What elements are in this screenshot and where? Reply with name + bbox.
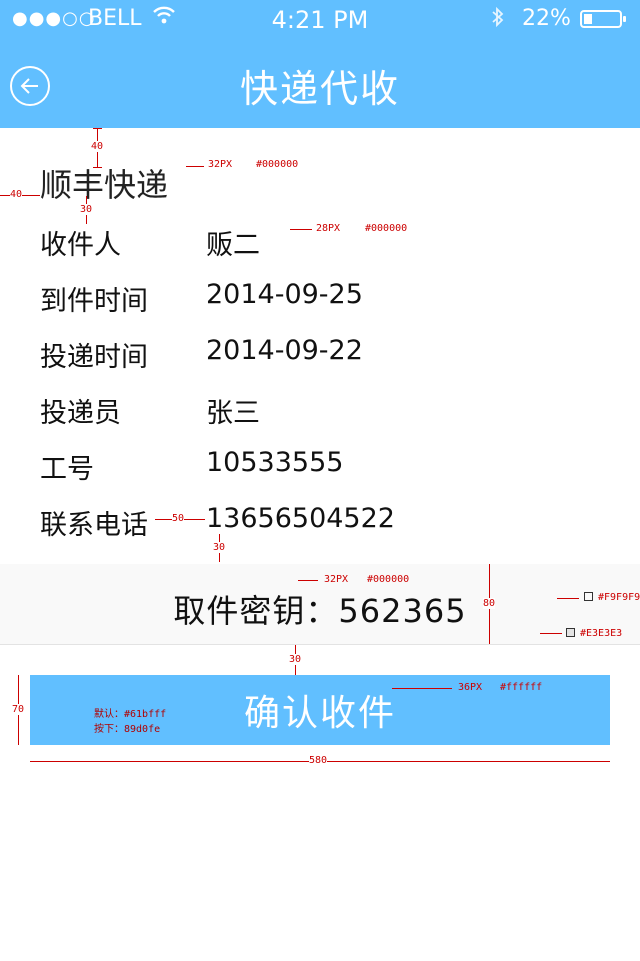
phone-value[interactable]: 13656504522 — [206, 503, 395, 534]
arrival-time-value: 2014-09-25 — [206, 279, 363, 310]
color-annotation: #000000 — [256, 159, 299, 170]
annotation-leader — [298, 580, 318, 581]
spacing-annotation: 580 — [309, 755, 328, 766]
page-title: 快递代收 — [239, 67, 400, 111]
annotation-leader — [186, 166, 204, 167]
courier-staff-value: 张三 — [206, 398, 260, 429]
phone-label: 联系电话 — [40, 510, 148, 541]
font-size-annotation: 32PX — [324, 574, 349, 585]
spacing-annotation: 50 — [172, 513, 185, 524]
battery-percentage: 22% — [522, 6, 571, 31]
status-bar: ●●●○○ BELL 4:21 PM 22% — [0, 0, 640, 40]
courier-name: 顺丰快递 — [40, 166, 169, 204]
color-annotation: #F9F9F9 — [598, 592, 640, 603]
delivery-time-label: 投递时间 — [40, 342, 148, 373]
annotation-leader — [540, 633, 562, 634]
spacing-annotation: 80 — [483, 598, 496, 609]
color-swatch — [566, 628, 575, 637]
font-size-annotation: 36PX — [458, 682, 483, 693]
spacing-annotation: 30 — [213, 542, 226, 553]
font-size-annotation: 28PX — [316, 223, 341, 234]
spacing-annotation: 40 — [10, 189, 23, 200]
color-annotation: #000000 — [367, 574, 410, 585]
color-swatch — [584, 592, 593, 601]
staff-id-value: 10533555 — [206, 447, 344, 478]
font-size-annotation: 32PX — [208, 159, 233, 170]
delivery-time-value: 2014-09-22 — [206, 335, 363, 366]
pressed-color-annotation: 按下：89d0fe — [94, 724, 161, 735]
bluetooth-icon — [490, 5, 506, 35]
nav-bar: ●●●○○ BELL 4:21 PM 22% 快递代收 — [0, 0, 640, 128]
pickup-key-label: 取件密钥： — [173, 592, 339, 630]
pickup-key: 取件密钥：562365 — [0, 586, 640, 632]
annotation-leader — [290, 229, 312, 230]
annotation-leader — [392, 688, 452, 689]
courier-staff-label: 投递员 — [40, 398, 121, 429]
recipient-value: 贩二 — [206, 230, 260, 261]
spacing-annotation: 70 — [12, 704, 25, 715]
recipient-label: 收件人 — [40, 230, 121, 261]
spacing-tick — [93, 128, 102, 129]
spacing-annotation: 40 — [91, 141, 104, 152]
arrival-time-label: 到件时间 — [40, 286, 148, 317]
pickup-key-code: 562365 — [338, 592, 467, 630]
color-annotation: #E3E3E3 — [580, 628, 623, 639]
staff-id-label: 工号 — [40, 454, 94, 485]
spacing-tick — [93, 167, 102, 168]
default-color-annotation: 默认：#61bfff — [94, 709, 167, 720]
color-annotation: #ffffff — [500, 682, 543, 693]
color-annotation: #000000 — [365, 223, 408, 234]
spacing-annotation: 30 — [289, 654, 302, 665]
battery-icon — [580, 10, 626, 28]
spacing-annotation: 30 — [80, 204, 93, 215]
annotation-leader — [557, 598, 579, 599]
